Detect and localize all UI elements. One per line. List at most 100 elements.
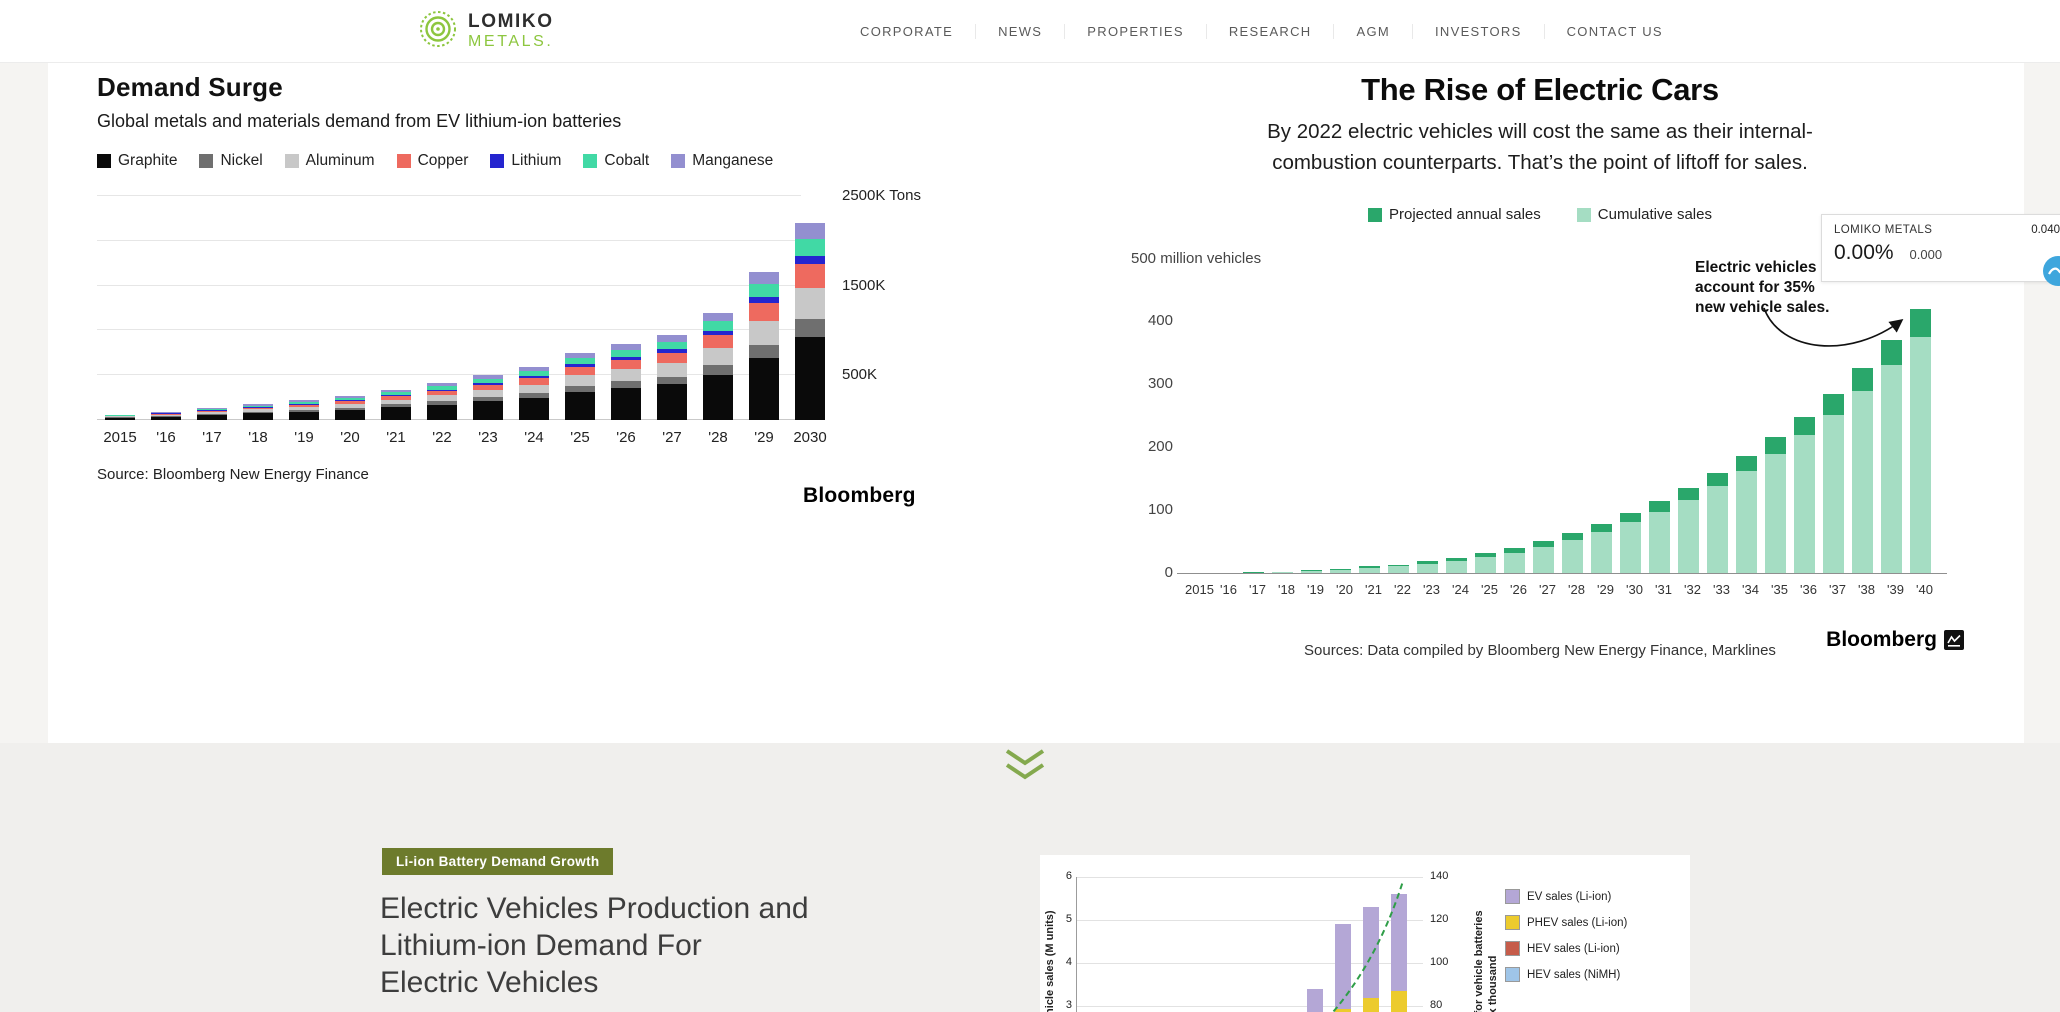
legend-swatch xyxy=(1505,941,1520,956)
y-tick-label: 3 xyxy=(1054,999,1072,1011)
x-tick-label: '28 xyxy=(695,429,741,446)
bar-column xyxy=(611,344,641,420)
bloomberg-logo: Bloomberg xyxy=(803,484,916,508)
nav-agm[interactable]: AGM xyxy=(1334,24,1413,39)
scroll-down-chevron-icon[interactable] xyxy=(1002,748,1048,789)
bar-column xyxy=(1562,533,1583,574)
bar-segment-nickel xyxy=(795,319,825,337)
bar-segment-projected-annual-sales xyxy=(1562,533,1583,540)
bar-column xyxy=(1504,548,1525,574)
bar-segment-cobalt xyxy=(749,284,779,297)
bar-column xyxy=(1678,488,1699,574)
legend-item: EV sales (Li-ion) xyxy=(1505,889,1627,904)
legend-label: HEV sales (NiMH) xyxy=(1527,969,1620,981)
x-tick-label: '24 xyxy=(511,429,557,446)
ev-y-axis: 4003002001000 xyxy=(1119,259,1173,574)
bloomberg-logo-with-icon: Bloomberg xyxy=(1826,628,1964,652)
bar-column xyxy=(1533,541,1554,574)
ev-annotation-line1: Electric vehicles xyxy=(1695,258,1829,278)
legend-label: Cumulative sales xyxy=(1598,206,1712,223)
heading-line3: Electric Vehicles xyxy=(380,964,809,1001)
legend-swatch xyxy=(397,154,411,168)
y-tick-label: 0 xyxy=(1119,564,1173,581)
nav-news[interactable]: NEWS xyxy=(976,24,1065,39)
bar-segment-cumulative-sales xyxy=(1533,547,1554,574)
nav-investors[interactable]: INVESTORS xyxy=(1413,24,1545,39)
bar-column xyxy=(1707,473,1728,574)
ticker-row-bottom: 0.00% 0.000 xyxy=(1834,241,2060,265)
bar-segment-nickel xyxy=(703,365,733,375)
bar-column xyxy=(519,367,549,420)
bar-segment-nickel xyxy=(749,345,779,358)
bar-segment-copper xyxy=(611,360,641,369)
bar-column xyxy=(1794,417,1815,574)
y-tick-label: 80 xyxy=(1430,999,1464,1011)
liion-chart-legend: EV sales (Li-ion) PHEV sales (Li-ion) HEV … xyxy=(1505,889,1627,982)
liion-right-label-line2: x thousand xyxy=(1486,900,1500,1012)
bar-segment-cobalt xyxy=(703,321,733,331)
bottom-section-heading: Electric Vehicles Production and Lithium… xyxy=(380,890,809,1001)
bar-segment-graphite xyxy=(427,405,457,420)
bar-column xyxy=(1475,553,1496,574)
y-tick-label: 500K xyxy=(842,366,877,383)
bar-segment-copper xyxy=(703,335,733,348)
nav-research[interactable]: RESEARCH xyxy=(1207,24,1335,39)
demand-y-axis: 2500K Tons1500K500K xyxy=(842,196,972,420)
x-tick-label: '20 xyxy=(327,429,373,446)
x-tick-label: '21 xyxy=(1359,582,1388,597)
legend-label: Lithium xyxy=(511,152,561,170)
site-header: LOMIKO METALS. CORPORATE NEWS PROPERTIES… xyxy=(0,0,2060,63)
nav-contact-us[interactable]: CONTACT US xyxy=(1545,24,1685,39)
bar-segment-cumulative-sales xyxy=(1649,512,1670,574)
x-tick-label: '21 xyxy=(373,429,419,446)
nav-corporate[interactable]: CORPORATE xyxy=(838,24,976,39)
bar-column xyxy=(749,272,779,420)
bar-segment-cumulative-sales xyxy=(1504,553,1525,574)
demand-chart-subtitle: Global metals and materials demand from … xyxy=(97,111,977,132)
nav-properties[interactable]: PROPERTIES xyxy=(1065,24,1207,39)
page: LOMIKO METALS. CORPORATE NEWS PROPERTIES… xyxy=(0,0,2060,1012)
bar-column xyxy=(1765,437,1786,574)
floating-widget-icon[interactable] xyxy=(2043,256,2060,286)
ev-rise-chart: The Rise of Electric Cars By 2022 electr… xyxy=(1110,72,1970,672)
ev-chart-title: The Rise of Electric Cars xyxy=(1110,72,1970,108)
bar-segment-copper xyxy=(749,303,779,321)
bar-segment-copper xyxy=(565,367,595,375)
annotation-arrow-icon xyxy=(1750,290,1930,375)
x-tick-label: '20 xyxy=(1330,582,1359,597)
bar-segment-cumulative-sales xyxy=(1562,540,1583,574)
bar-segment-manganese xyxy=(657,335,687,342)
bar-segment-cobalt xyxy=(657,342,687,350)
bar-segment-graphite xyxy=(611,388,641,420)
legend-label: PHEV sales (Li-ion) xyxy=(1527,917,1627,929)
bar-column xyxy=(197,408,227,420)
bar-segment-aluminum xyxy=(795,288,825,320)
bar-column xyxy=(1620,513,1641,574)
liion-demand-chart: Electric vehicle sales (M units) 6543 14… xyxy=(1040,855,1690,1012)
main-nav: CORPORATE NEWS PROPERTIES RESEARCH AGM I… xyxy=(838,0,1685,62)
legend-label: HEV sales (Li-ion) xyxy=(1527,943,1620,955)
x-tick-label: '31 xyxy=(1649,582,1678,597)
bar-segment-graphite xyxy=(381,407,411,420)
bar-segment-aluminum xyxy=(749,321,779,345)
logo-icon xyxy=(418,9,458,54)
bar-segment-projected-annual-sales xyxy=(1591,524,1612,532)
bar-segment-aluminum xyxy=(565,375,595,386)
x-tick-label: '27 xyxy=(1533,582,1562,597)
legend-swatch xyxy=(285,154,299,168)
site-logo[interactable]: LOMIKO METALS. xyxy=(418,9,554,54)
legend-label: Manganese xyxy=(692,152,773,170)
bar-column xyxy=(243,404,273,420)
bar-column xyxy=(703,313,733,420)
legend-item: Cobalt xyxy=(583,152,649,170)
x-tick-label: '30 xyxy=(1620,582,1649,597)
y-tick-label: 100 xyxy=(1430,956,1464,968)
x-tick-label: '36 xyxy=(1794,582,1823,597)
y-tick-label: 6 xyxy=(1054,870,1072,882)
bar-segment-projected-annual-sales xyxy=(1823,394,1844,415)
liion-demand-badge: Li-ion Battery Demand Growth xyxy=(382,848,613,875)
bloomberg-brand-text: Bloomberg xyxy=(1826,628,1937,652)
legend-swatch xyxy=(671,154,685,168)
stock-ticker-widget[interactable]: LOMIKO METALS 0.040 0.00% 0.000 xyxy=(1821,214,2060,282)
bar-segment-cumulative-sales xyxy=(1736,471,1757,574)
